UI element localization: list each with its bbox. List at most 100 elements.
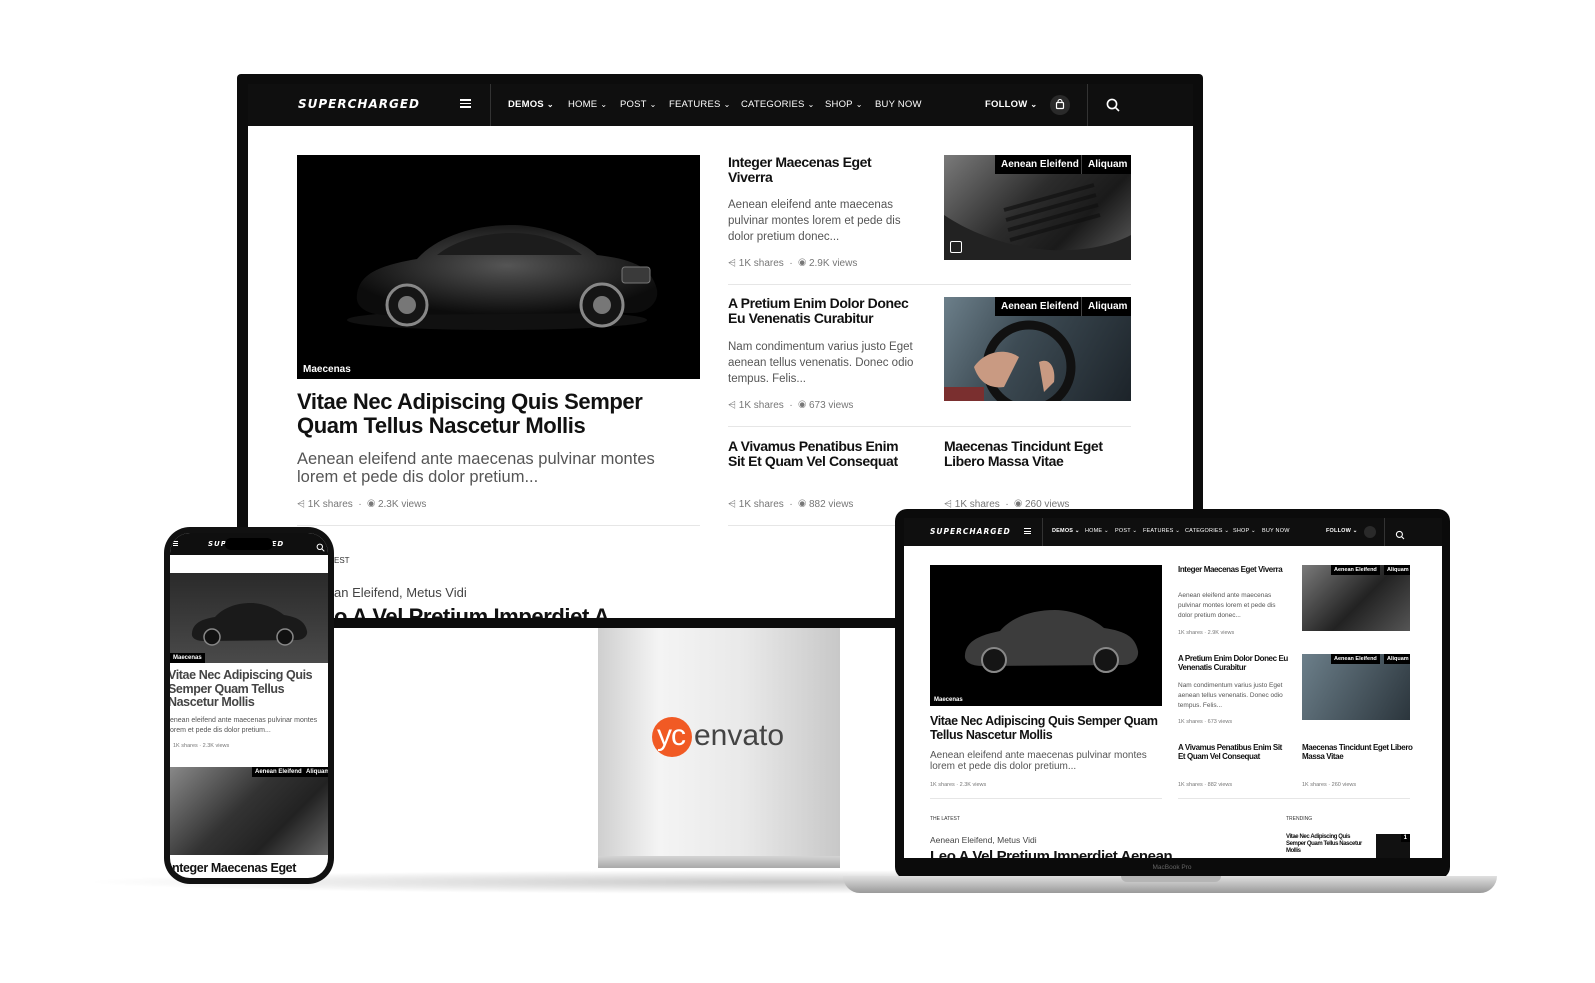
- phone-post-tag-a[interactable]: Aenean Eleifend: [252, 767, 305, 777]
- laptop-post-image-1[interactable]: Aenean Eleifend Aliquam: [1302, 565, 1410, 631]
- laptop-nav-categories[interactable]: CATEGORIES ⌄: [1185, 528, 1229, 534]
- laptop-screen: SUPERCHARGED DEMOS ⌄ HOME ⌄ POST ⌄ FEATU…: [904, 518, 1442, 858]
- phone-featured-shares: 1K shares: [173, 743, 198, 749]
- post-image-2[interactable]: Aenean Eleifend Aliquam: [944, 297, 1131, 401]
- laptop-post-title-4[interactable]: Maecenas Tincidunt Eget Libero Massa Vit…: [1302, 743, 1414, 761]
- laptop-nav-shop-label: SHOP: [1233, 528, 1250, 534]
- laptop-post-image-2[interactable]: Aenean Eleifend Aliquam: [1302, 654, 1410, 720]
- post-tag-2a[interactable]: Aenean Eleifend: [995, 297, 1085, 316]
- phone-post-tag-b[interactable]: Aliquam: [303, 767, 328, 777]
- nav-demos[interactable]: DEMOS ⌄: [508, 99, 554, 110]
- post-meta-2: ⩤ 1K shares · ◉ 673 views: [728, 400, 854, 411]
- phone-featured-title[interactable]: Vitae Nec Adipiscing Quis Semper Quam Te…: [170, 668, 326, 710]
- chevron-down-icon: ⌄: [600, 100, 608, 109]
- latest-author-2[interactable]: Metus Vidi: [406, 585, 466, 600]
- share-icon: ⩤: [728, 499, 736, 510]
- laptop-latest-post-title[interactable]: Leo A Vel Pretium Imperdiet Aenean: [930, 848, 1173, 858]
- laptop-trending-post[interactable]: Vitae Nec Adipiscing Quis Semper Quam Te…: [1286, 834, 1370, 855]
- eye-icon: ◉: [798, 400, 807, 411]
- laptop-trending-image[interactable]: 1: [1376, 834, 1410, 858]
- laptop-post-title-3[interactable]: A Vivamus Penatibus Enim Sit Et Quam Vel…: [1178, 743, 1290, 761]
- laptop-post-tag-1b[interactable]: Aliquam: [1384, 565, 1410, 575]
- menu-icon[interactable]: [1024, 528, 1031, 534]
- latest-post-title[interactable]: o A Vel Pretium Imperdiet A: [334, 604, 610, 618]
- laptop-post-title-1[interactable]: Integer Maecenas Eget Viverra: [1178, 565, 1290, 574]
- laptop-nav-home[interactable]: HOME ⌄: [1085, 528, 1109, 534]
- featured-category-tag[interactable]: Maecenas: [297, 360, 357, 379]
- laptop-logo[interactable]: SUPERCHARGED: [930, 527, 1011, 536]
- laptop-latest-author-2[interactable]: Metus Vidi: [997, 835, 1037, 845]
- chevron-down-icon: ⌄: [546, 100, 554, 109]
- post-views-1: 2.9K views: [808, 258, 858, 269]
- post-title-3[interactable]: A Vivamus Penatibus Enim Sit Et Quam Vel…: [728, 439, 918, 469]
- cart-icon[interactable]: [1364, 526, 1376, 538]
- post-image-1[interactable]: Aenean Eleifend Aliquam: [944, 155, 1131, 260]
- laptop-featured-tag[interactable]: Maecenas: [930, 694, 967, 706]
- search-icon[interactable]: [1105, 97, 1121, 113]
- phone-next-title[interactable]: nteger Maecenas Eget: [172, 861, 328, 875]
- eye-icon: ◉: [367, 499, 376, 510]
- nav-shop[interactable]: SHOP ⌄: [825, 99, 863, 110]
- phone-screen: SUPERCHARGED Maecenas Vitae Nec Adipisci…: [170, 533, 328, 878]
- laptop-nav-post[interactable]: POST ⌄: [1115, 528, 1137, 534]
- laptop-nav-features[interactable]: FEATURES ⌄: [1143, 528, 1180, 534]
- post-title-1[interactable]: Integer Maecenas Eget Viverra: [728, 155, 918, 185]
- laptop-featured-image[interactable]: Maecenas: [930, 565, 1162, 706]
- featured-shares: 1K shares: [307, 499, 353, 510]
- share-icon: ⩤: [728, 400, 736, 411]
- post-tag-1b[interactable]: Aliquam: [1081, 155, 1131, 174]
- nav-post[interactable]: POST ⌄: [620, 99, 657, 110]
- nav-features[interactable]: FEATURES ⌄: [669, 99, 730, 110]
- laptop-nav-demos[interactable]: DEMOS ⌄: [1052, 528, 1080, 534]
- post-tag-1a[interactable]: Aenean Eleifend: [995, 155, 1085, 174]
- search-icon[interactable]: [316, 539, 325, 552]
- nav-categories[interactable]: CATEGORIES ⌄: [741, 99, 815, 110]
- laptop-post-title-2[interactable]: A Pretium Enim Dolor Donec Eu Venenatis …: [1178, 654, 1290, 672]
- nav-buy-now[interactable]: BUY NOW: [875, 99, 922, 110]
- laptop-post-tag-2b[interactable]: Aliquam: [1384, 654, 1410, 664]
- laptop-nav-follow[interactable]: FOLLOW ⌄: [1326, 528, 1358, 534]
- laptop-post-views-1: 2.9K views: [1207, 630, 1235, 636]
- laptop-nav-demos-label: DEMOS: [1052, 528, 1074, 534]
- menu-icon[interactable]: [460, 99, 471, 108]
- laptop-nav-shop[interactable]: SHOP ⌄: [1233, 528, 1256, 534]
- nav-features-label: FEATURES: [669, 99, 721, 110]
- post-views-3: 882 views: [808, 499, 854, 510]
- phone-featured-views: 2.3K views: [202, 743, 230, 749]
- laptop-post-tag-2a[interactable]: Aenean Eleifend: [1331, 654, 1380, 664]
- phone-post-image[interactable]: Aenean Eleifend Aliquam: [170, 767, 328, 855]
- post-meta-3: ⩤ 1K shares · ◉ 882 views: [728, 499, 854, 510]
- laptop-post-tag-1a[interactable]: Aenean Eleifend: [1331, 565, 1380, 575]
- phone-dynamic-island: [225, 538, 273, 550]
- latest-author-1[interactable]: an Eleifend,: [334, 585, 403, 600]
- laptop-latest-author-1[interactable]: Aenean Eleifend,: [930, 835, 995, 845]
- nav-divider: [1087, 84, 1088, 126]
- site-logo[interactable]: SUPERCHARGED: [298, 97, 420, 111]
- laptop-featured-title[interactable]: Vitae Nec Adipiscing Quis Semper Quam Te…: [930, 714, 1162, 742]
- cart-icon[interactable]: [1050, 95, 1070, 115]
- phone-featured-tag[interactable]: Maecenas: [170, 653, 205, 663]
- laptop-trending-rank: 1: [1400, 834, 1410, 842]
- chevron-down-icon: ⌄: [807, 100, 815, 109]
- laptop-post-views-3: 882 views: [1207, 782, 1233, 788]
- nav-follow[interactable]: FOLLOW ⌄: [985, 99, 1037, 110]
- laptop-post-excerpt-1: Aenean eleifend ante maecenas pulvinar m…: [1178, 592, 1276, 619]
- featured-title[interactable]: Vitae Nec Adipiscing Quis Semper Quam Te…: [297, 390, 697, 438]
- post-tag-2b[interactable]: Aliquam: [1081, 297, 1131, 316]
- post-title-2[interactable]: A Pretium Enim Dolor Donec Eu Venenatis …: [728, 296, 918, 326]
- featured-image[interactable]: Maecenas: [297, 155, 700, 379]
- phone-featured-image[interactable]: Maecenas: [170, 573, 328, 663]
- chevron-down-icon: ⌄: [1030, 100, 1038, 109]
- monitor-stand-base: [598, 856, 840, 868]
- nav-shop-label: SHOP: [825, 99, 853, 110]
- latest-heading: EST: [334, 556, 350, 565]
- laptop-post-meta-2: 1K shares · 673 views: [1178, 719, 1233, 725]
- search-icon[interactable]: [1395, 527, 1405, 540]
- nav-home[interactable]: HOME ⌄: [568, 99, 607, 110]
- post-title-4[interactable]: Maecenas Tincidunt Eget Libero Massa Vit…: [944, 439, 1131, 469]
- menu-icon[interactable]: [173, 541, 178, 546]
- phone-navbar: SUPERCHARGED: [170, 533, 328, 555]
- laptop-post-meta-3: 1K shares · 882 views: [1178, 782, 1233, 788]
- laptop-latest-heading: THE LATEST: [930, 816, 960, 822]
- laptop-nav-buy-now[interactable]: BUY NOW: [1262, 528, 1290, 534]
